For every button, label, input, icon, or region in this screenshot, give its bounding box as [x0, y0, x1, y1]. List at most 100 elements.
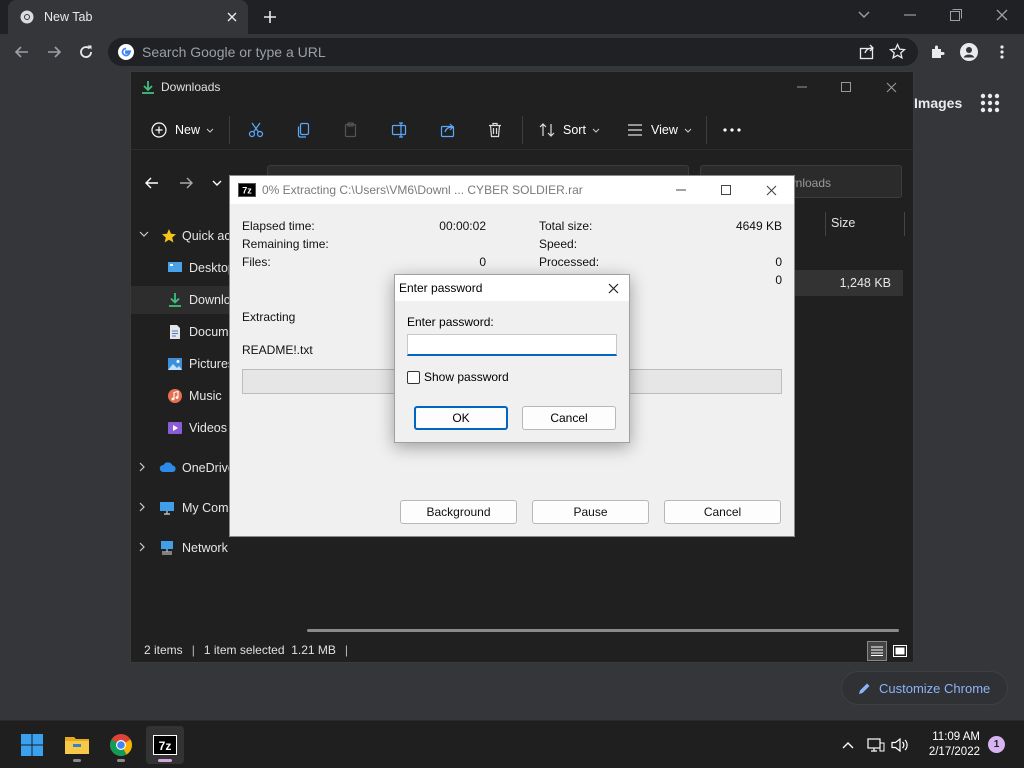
maximize-icon[interactable]	[831, 76, 861, 98]
ok-button[interactable]: OK	[414, 406, 508, 430]
reload-icon[interactable]	[74, 40, 98, 64]
column-header-size[interactable]: Size	[831, 216, 855, 230]
clock-time: 11:09 AM	[932, 731, 980, 743]
chrome-icon	[20, 10, 34, 24]
rename-icon	[391, 122, 409, 138]
close-window-icon[interactable]	[756, 180, 786, 200]
close-window-icon[interactable]	[988, 4, 1016, 26]
copy-button[interactable]	[296, 118, 312, 142]
close-icon[interactable]	[605, 280, 621, 296]
divider	[706, 116, 707, 144]
menu-icon[interactable]	[990, 40, 1014, 64]
explorer-titlebar[interactable]: Downloads	[131, 72, 913, 102]
back-icon[interactable]	[10, 40, 34, 64]
taskbar-file-explorer[interactable]	[58, 726, 96, 764]
new-label: New	[175, 123, 201, 137]
share-icon[interactable]	[859, 43, 876, 60]
packed-value: 0	[775, 273, 782, 287]
maximize-icon[interactable]	[711, 180, 741, 200]
total-size-label: Total size:	[539, 219, 593, 233]
horizontal-scrollbar[interactable]	[307, 629, 899, 632]
tiles-view-button[interactable]	[890, 641, 910, 661]
omnibox[interactable]: Search Google or type a URL	[108, 38, 918, 66]
pencil-icon	[858, 682, 871, 695]
elapsed-value: 00:00:02	[439, 219, 486, 233]
restore-icon[interactable]	[942, 4, 970, 26]
videos-icon	[167, 420, 183, 436]
pause-button[interactable]: Pause	[532, 500, 649, 524]
delete-icon	[487, 122, 503, 138]
nav-label: Docum	[189, 325, 229, 339]
star-icon[interactable]	[889, 43, 906, 60]
7zip-icon: 7z	[153, 735, 177, 755]
apps-grid-icon[interactable]	[980, 93, 1000, 113]
rename-button[interactable]	[391, 118, 409, 142]
recent-locations-icon[interactable]	[206, 174, 228, 192]
column-divider[interactable]	[904, 212, 905, 236]
view-button[interactable]: View	[627, 118, 692, 142]
omnibox-placeholder: Search Google or type a URL	[142, 44, 326, 60]
minimize-icon[interactable]	[666, 180, 696, 200]
cloud-icon	[159, 460, 177, 474]
forward-icon[interactable]	[42, 40, 66, 64]
status-selection: 1 item selected 1.21 MB	[203, 643, 336, 657]
column-divider[interactable]	[825, 212, 826, 236]
password-input[interactable]	[407, 334, 617, 356]
svg-text:7z: 7z	[242, 186, 252, 196]
cancel-button[interactable]: Cancel	[522, 406, 616, 430]
background-button[interactable]: Background	[400, 500, 517, 524]
tab-new-tab[interactable]: New Tab	[8, 0, 248, 34]
images-link[interactable]: Images	[914, 95, 962, 111]
details-view-button[interactable]	[867, 641, 887, 661]
more-options-button[interactable]	[723, 118, 741, 142]
password-dialog: Enter password Enter password: Show pass…	[394, 274, 630, 443]
password-dialog-titlebar[interactable]: Enter password	[395, 275, 629, 301]
checkbox-box[interactable]	[407, 370, 420, 384]
nav-label: Music	[189, 389, 222, 403]
new-button[interactable]: New	[151, 118, 214, 142]
nav-label: Downlo	[189, 293, 231, 307]
close-icon[interactable]	[222, 7, 242, 27]
back-icon[interactable]	[141, 174, 163, 192]
share-button[interactable]	[440, 118, 456, 142]
show-password-label: Show password	[424, 370, 509, 384]
google-icon	[118, 44, 134, 60]
extraction-titlebar[interactable]: 7z 0% Extracting C:\Users\VM6\Downl ... …	[230, 176, 794, 204]
network-tray-icon[interactable]	[866, 735, 886, 755]
taskbar-clock[interactable]: 11:09 AM 2/17/2022	[908, 730, 980, 760]
cut-icon	[248, 122, 264, 138]
status-bar: 2 items | 1 item selected 1.21 MB |	[131, 638, 913, 662]
cancel-extraction-button[interactable]: Cancel	[664, 500, 781, 524]
customize-chrome-button[interactable]: Customize Chrome	[842, 672, 1007, 704]
view-label: View	[651, 123, 678, 137]
show-password-checkbox[interactable]: Show password	[407, 370, 509, 384]
nav-network[interactable]: Network	[131, 534, 291, 562]
folder-icon	[64, 734, 90, 756]
notification-badge[interactable]: 1	[988, 736, 1005, 753]
documents-icon	[167, 324, 183, 340]
minimize-icon[interactable]	[787, 76, 817, 98]
table-row[interactable]: 1,248 KB	[781, 270, 903, 296]
chevron-up-icon[interactable]	[838, 735, 858, 755]
paste-button[interactable]	[343, 118, 359, 142]
delete-button[interactable]	[487, 118, 503, 142]
processed-value: 0	[775, 255, 782, 269]
taskbar-chrome[interactable]	[102, 726, 140, 764]
desktop-icon	[167, 260, 183, 276]
extensions-icon[interactable]	[925, 40, 949, 64]
cut-button[interactable]	[248, 118, 264, 142]
profile-icon[interactable]	[957, 40, 981, 64]
nav-label: Videos	[189, 421, 227, 435]
forward-icon[interactable]	[175, 174, 197, 192]
close-window-icon[interactable]	[876, 76, 906, 98]
volume-icon[interactable]	[890, 735, 910, 755]
password-dialog-title: Enter password	[399, 281, 483, 295]
running-indicator	[73, 759, 81, 762]
tab-title: New Tab	[44, 10, 93, 24]
sort-button[interactable]: Sort	[539, 118, 600, 142]
minimize-icon[interactable]	[896, 4, 924, 26]
start-button[interactable]	[13, 726, 51, 764]
tab-search-icon[interactable]	[850, 4, 878, 26]
taskbar-7zip[interactable]: 7z	[146, 726, 184, 764]
new-tab-button[interactable]	[258, 6, 282, 28]
